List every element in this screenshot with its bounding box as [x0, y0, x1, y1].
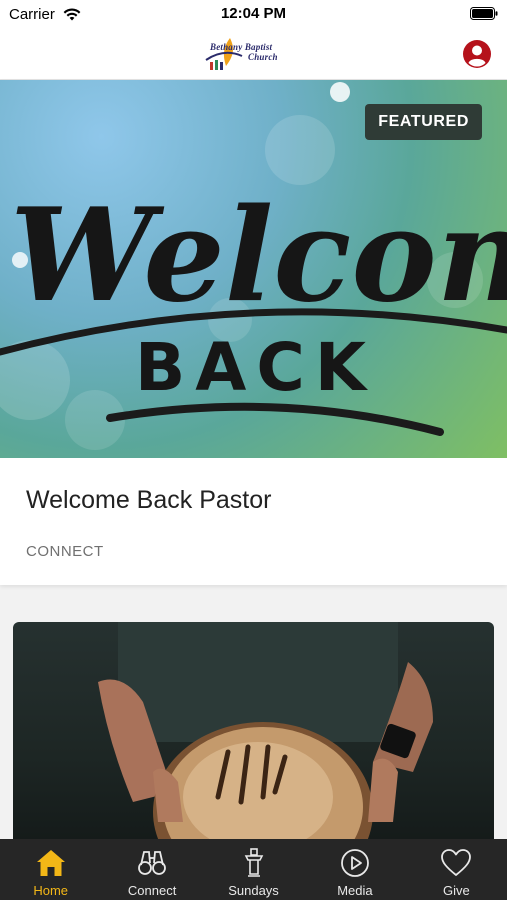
featured-badge: FEATURED: [365, 104, 482, 140]
bread-photo: [98, 622, 433, 847]
tab-home[interactable]: Home: [0, 839, 101, 900]
battery-icon: [470, 7, 498, 20]
app-header: Bethany Baptist Church: [0, 30, 507, 80]
status-bar: Carrier 12:04 PM: [0, 0, 507, 30]
card-title: Welcome Back Pastor: [26, 486, 272, 514]
tab-give[interactable]: Give: [406, 839, 507, 900]
back-block-text: BACK: [135, 329, 376, 406]
tab-connect[interactable]: Connect: [101, 839, 202, 900]
user-circle-icon[interactable]: [462, 39, 492, 69]
card-category: CONNECT: [26, 543, 104, 560]
tab-media-label: Media: [337, 883, 373, 898]
tab-sundays[interactable]: Sundays: [203, 839, 304, 900]
play-circle-icon: [341, 849, 369, 877]
featured-image: Welcome BACK FEATURED: [0, 80, 507, 458]
welcome-script-text: Welcome: [10, 181, 507, 331]
tab-bar: Home Connect Sundays Media Give: [0, 839, 507, 900]
church-logo[interactable]: Bethany Baptist Church: [200, 34, 310, 74]
binoculars-icon: [138, 851, 167, 875]
pulpit-icon: [244, 848, 263, 877]
logo-line1: Bethany Baptist: [210, 42, 273, 52]
home-icon: [36, 850, 65, 876]
logo-line2: Church: [248, 52, 278, 62]
tab-give-label: Give: [442, 883, 470, 898]
tab-sundays-label: Sundays: [228, 883, 279, 898]
tab-home-label: Home: [33, 883, 69, 898]
content-card[interactable]: [13, 622, 494, 847]
tab-connect-label: Connect: [127, 883, 177, 898]
status-time: 12:04 PM: [220, 5, 287, 22]
tab-media[interactable]: Media: [304, 839, 405, 900]
heart-icon: [441, 849, 472, 876]
featured-card[interactable]: Welcome BACK FEATURED Welcome Back Pasto…: [0, 80, 507, 585]
